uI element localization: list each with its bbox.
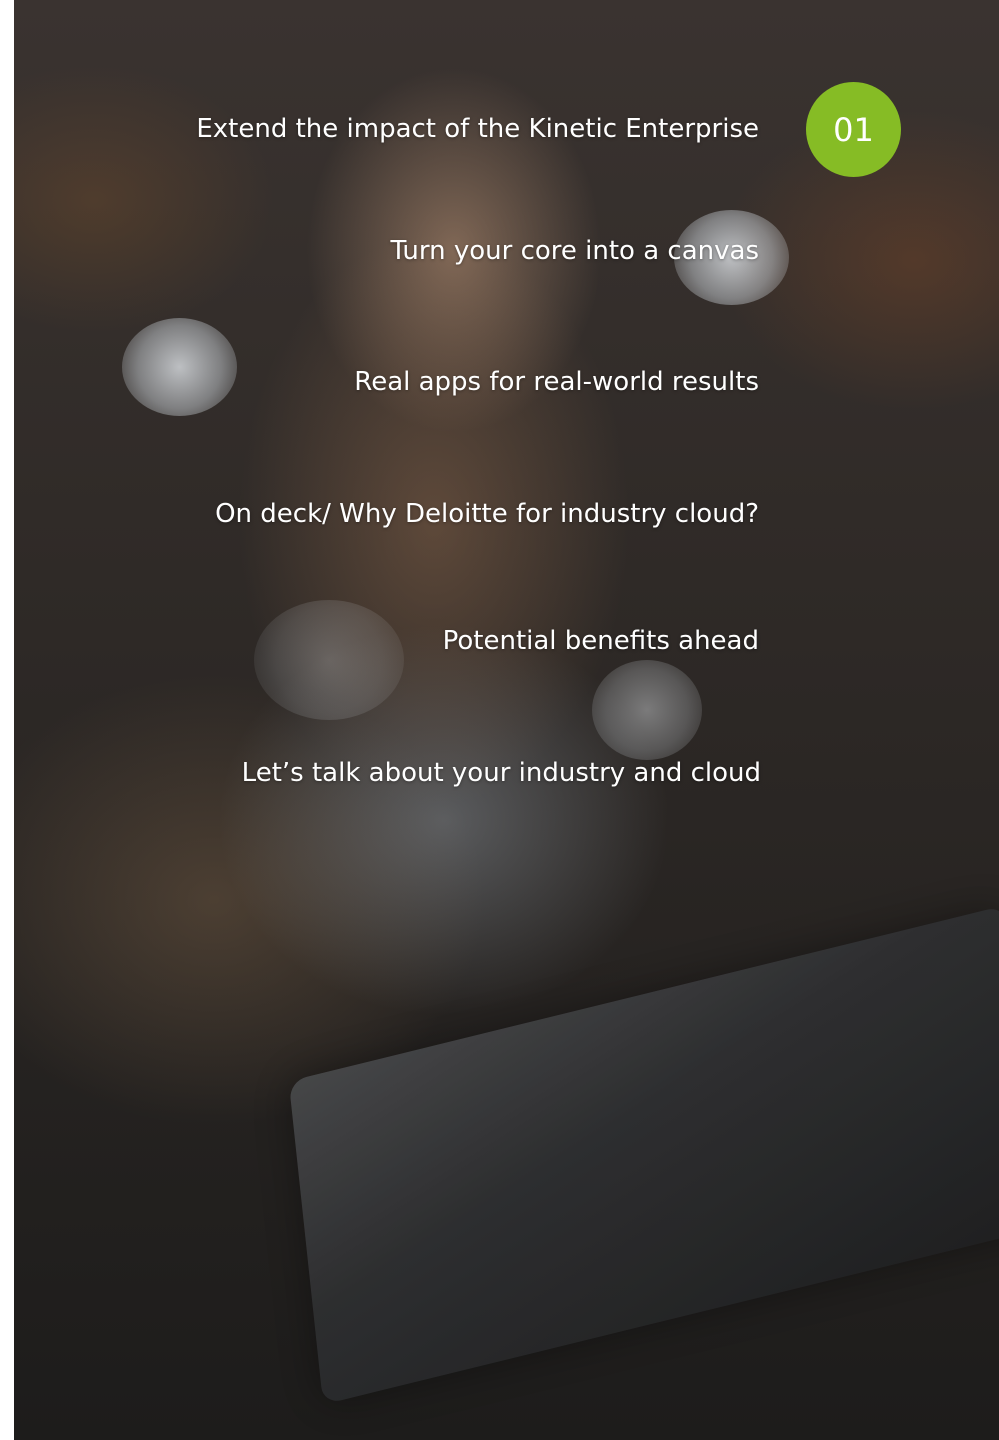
toc-item-real-apps[interactable]: Real apps for real-world results: [354, 365, 759, 399]
table-of-contents: Extend the impact of the Kinetic Enterpr…: [0, 0, 999, 1440]
toc-item-why-deloitte[interactable]: On deck/ Why Deloitte for industry cloud…: [215, 497, 759, 531]
toc-item-lets-talk[interactable]: Let’s talk about your industry and cloud: [242, 756, 761, 790]
toc-item-kinetic-enterprise[interactable]: Extend the impact of the Kinetic Enterpr…: [196, 112, 759, 146]
toc-item-potential-benefits[interactable]: Potential benefits ahead: [443, 624, 759, 658]
active-section-number-badge[interactable]: 01: [806, 82, 901, 177]
active-section-number: 01: [833, 110, 874, 149]
toc-item-core-canvas[interactable]: Turn your core into a canvas: [390, 234, 759, 268]
